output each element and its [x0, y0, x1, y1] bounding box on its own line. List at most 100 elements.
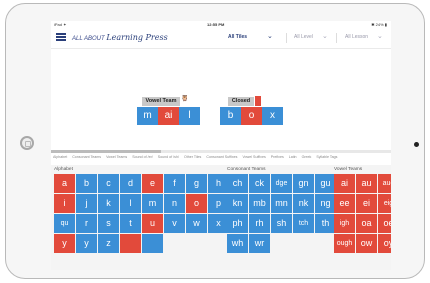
- consonant-team-tile[interactable]: gu: [315, 174, 336, 193]
- vowel-team-tile[interactable]: oa: [356, 214, 377, 233]
- alphabet-tile[interactable]: z: [98, 234, 119, 253]
- chevron-down-icon[interactable]: ⌄: [377, 32, 383, 40]
- category-tab[interactable]: Other Tiles: [184, 155, 201, 159]
- category-tab[interactable]: Consonant Suffixes: [206, 155, 237, 159]
- alphabet-tile[interactable]: j: [76, 194, 97, 213]
- consonant-team-tile[interactable]: tch: [293, 214, 314, 233]
- alphabet-tile[interactable]: [120, 234, 141, 253]
- vowel-team-tile[interactable]: ai: [334, 174, 355, 193]
- alphabet-tile[interactable]: n: [164, 194, 185, 213]
- category-tab[interactable]: Latin: [289, 155, 297, 159]
- consonant-team-tile[interactable]: ch: [227, 174, 248, 193]
- chevron-down-icon[interactable]: ⌄: [267, 32, 273, 40]
- vowel-team-tile[interactable]: ow: [356, 234, 377, 253]
- home-button[interactable]: [20, 136, 34, 150]
- alphabet-tile[interactable]: p: [208, 194, 229, 213]
- alphabet-tile[interactable]: d: [120, 174, 141, 193]
- syllable-label-vowel-team[interactable]: Vowel Team: [142, 97, 180, 106]
- consonant-team-tile[interactable]: ng: [315, 194, 336, 213]
- consonant-team-tile[interactable]: wh: [227, 234, 248, 253]
- category-tab[interactable]: Greek: [302, 155, 312, 159]
- tiles-dropdown[interactable]: All Tiles: [228, 34, 247, 40]
- board-tile[interactable]: m: [137, 107, 158, 125]
- board-tile[interactable]: x: [262, 107, 283, 125]
- consonant-team-tile[interactable]: mb: [249, 194, 270, 213]
- alphabet-tile[interactable]: b: [76, 174, 97, 193]
- scrollbar-thumb[interactable]: [51, 150, 161, 153]
- alphabet-tile[interactable]: k: [98, 194, 119, 213]
- app-screen: iPad ✦ 12:55 PM ✱ 24% ▮ ALL ABOUT Learni…: [51, 21, 391, 270]
- alphabet-tile[interactable]: y: [76, 234, 97, 253]
- alphabet-tile[interactable]: y: [54, 234, 75, 253]
- board-scrollbar[interactable]: [51, 150, 391, 153]
- category-tab[interactable]: Alphabet: [53, 155, 67, 159]
- category-bar: Alphabet Consonant Teams Vowel Teams Sou…: [51, 155, 391, 164]
- consonant-team-tile[interactable]: ph: [227, 214, 248, 233]
- alphabet-tile[interactable]: l: [120, 194, 141, 213]
- vowel-team-tile[interactable]: igh: [334, 214, 355, 233]
- tile-bank: Alphabet Consonant Teams Vowel Teams abc…: [51, 165, 391, 270]
- vowel-team-tile[interactable]: aug: [378, 174, 391, 193]
- word-board[interactable]: Vowel Team 🦉 m ai l Closed b o x: [51, 49, 391, 152]
- category-tab[interactable]: Vowel Teams: [106, 155, 127, 159]
- board-tile[interactable]: ai: [158, 107, 179, 125]
- status-bar: iPad ✦ 12:55 PM ✱ 24% ▮: [51, 21, 391, 28]
- alphabet-title: Alphabet: [54, 167, 73, 172]
- logo-big-text: Learning Press: [106, 33, 168, 42]
- alphabet-tile[interactable]: v: [164, 214, 185, 233]
- vowel-team-tile[interactable]: oy: [378, 234, 391, 253]
- vowel-team-tile[interactable]: ee: [334, 194, 355, 213]
- alphabet-tile[interactable]: t: [120, 214, 141, 233]
- alphabet-tile[interactable]: m: [142, 194, 163, 213]
- vowel-team-tile[interactable]: oe: [378, 214, 391, 233]
- ipad-frame: iPad ✦ 12:55 PM ✱ 24% ▮ ALL ABOUT Learni…: [5, 3, 425, 279]
- syllable-label-closed[interactable]: Closed: [228, 97, 254, 106]
- vowel-team-tile[interactable]: au: [356, 174, 377, 193]
- hamburger-menu-icon[interactable]: [56, 33, 66, 41]
- consonant-team-tile[interactable]: gn: [293, 174, 314, 193]
- vowel-team-tile[interactable]: ough: [334, 234, 355, 253]
- alphabet-tile[interactable]: [142, 234, 163, 253]
- alphabet-tile[interactable]: w: [186, 214, 207, 233]
- vowel-team-tile[interactable]: eig: [378, 194, 391, 213]
- category-tab[interactable]: Syllable Tags: [316, 155, 337, 159]
- consonant-team-tile[interactable]: kn: [227, 194, 248, 213]
- consonant-team-tile[interactable]: ck: [249, 174, 270, 193]
- alphabet-tile[interactable]: u: [142, 214, 163, 233]
- category-tab[interactable]: Consonant Teams: [72, 155, 101, 159]
- board-tile[interactable]: b: [220, 107, 241, 125]
- alphabet-tile[interactable]: r: [76, 214, 97, 233]
- chevron-down-icon[interactable]: ⌄: [322, 32, 328, 40]
- alphabet-tile[interactable]: qu: [54, 214, 75, 233]
- vowel-teams-title: Vowel Teams: [334, 167, 363, 172]
- alphabet-tile[interactable]: e: [142, 174, 163, 193]
- consonant-team-tile[interactable]: nk: [293, 194, 314, 213]
- lesson-dropdown[interactable]: All Lesson: [345, 34, 368, 40]
- consonant-team-tile[interactable]: dge: [271, 174, 292, 193]
- consonant-team-tile[interactable]: sh: [271, 214, 292, 233]
- label-handle[interactable]: [255, 96, 261, 106]
- alphabet-tile[interactable]: c: [98, 174, 119, 193]
- board-tile[interactable]: o: [241, 107, 262, 125]
- alphabet-tile[interactable]: i: [54, 194, 75, 213]
- vowel-team-tile[interactable]: ei: [356, 194, 377, 213]
- alphabet-tile[interactable]: f: [164, 174, 185, 193]
- category-tab[interactable]: Sound of /sh/: [158, 155, 179, 159]
- category-tab[interactable]: Sound of /er/: [132, 155, 153, 159]
- alphabet-tile[interactable]: x: [208, 214, 229, 233]
- alphabet-tile[interactable]: h: [208, 174, 229, 193]
- consonant-team-tile[interactable]: th: [315, 214, 336, 233]
- alphabet-tile[interactable]: g: [186, 174, 207, 193]
- consonant-team-tile[interactable]: mn: [271, 194, 292, 213]
- alphabet-tile[interactable]: s: [98, 214, 119, 233]
- category-tab[interactable]: Prefixes: [271, 155, 284, 159]
- clock-label: 12:55 PM: [207, 22, 225, 27]
- consonant-team-tile[interactable]: wr: [249, 234, 270, 253]
- alphabet-tile[interactable]: a: [54, 174, 75, 193]
- camera-dot: [414, 142, 419, 147]
- category-tab[interactable]: Vowel Suffixes: [242, 155, 265, 159]
- level-dropdown[interactable]: All Level: [294, 34, 313, 40]
- consonant-team-tile[interactable]: rh: [249, 214, 270, 233]
- board-tile[interactable]: l: [179, 107, 200, 125]
- alphabet-tile[interactable]: o: [186, 194, 207, 213]
